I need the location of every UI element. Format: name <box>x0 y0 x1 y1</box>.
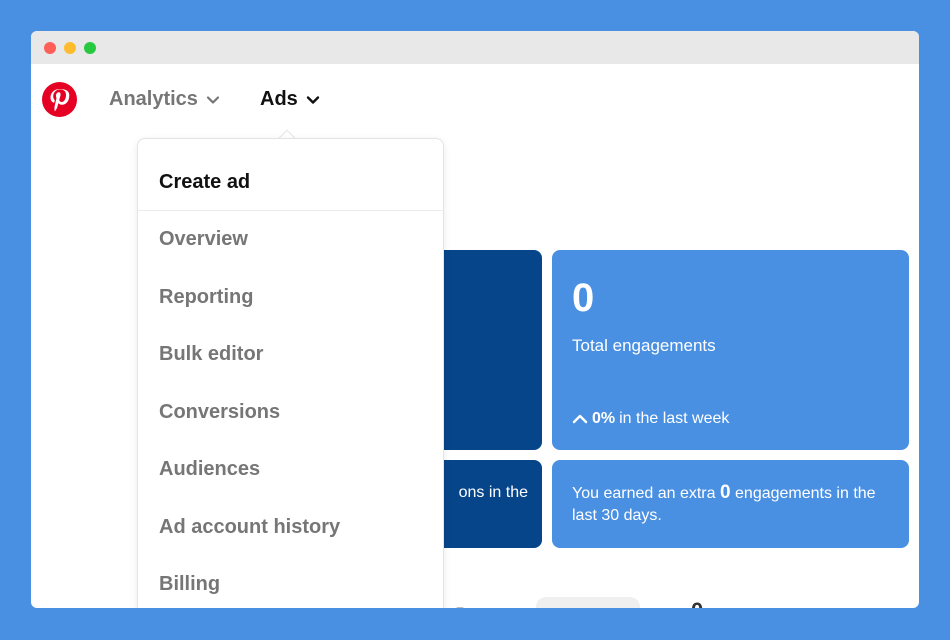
partial-metric-value: 0 <box>691 598 703 608</box>
top-navigation: Analytics Ads <box>31 64 919 134</box>
trend-value: 0% <box>592 410 616 427</box>
pinterest-logo[interactable] <box>42 82 77 117</box>
ads-menu[interactable]: Ads <box>260 88 320 111</box>
engagements-label: Total engagements <box>572 336 716 355</box>
title-bar <box>31 31 919 64</box>
minimize-window-button[interactable] <box>64 42 76 54</box>
close-window-button[interactable] <box>44 42 56 54</box>
menu-item-bulk-editor[interactable]: Bulk editor <box>138 326 443 384</box>
ads-dropdown-menu: Create ad Overview Reporting Bulk editor… <box>137 138 444 608</box>
create-ad-item[interactable]: Create ad <box>138 139 443 211</box>
extra-value: 0 <box>719 482 731 503</box>
menu-item-ad-account-history[interactable]: Ad account history <box>138 499 443 557</box>
extra-engagements-card: You earned an extra 0 engagements in the… <box>552 460 909 548</box>
ads-label: Ads <box>260 88 298 110</box>
menu-item-billing[interactable]: Billing <box>138 556 443 608</box>
dark-note-text: ons in the <box>458 484 528 501</box>
menu-item-reporting[interactable]: Reporting <box>138 269 443 327</box>
partial-pill-button[interactable] <box>536 597 640 608</box>
menu-item-overview[interactable]: Overview <box>138 211 443 269</box>
analytics-label: Analytics <box>109 88 198 110</box>
partial-element <box>456 607 464 608</box>
chevron-down-icon <box>206 95 220 104</box>
extra-engagements-text: You earned an extra 0 engagements in the… <box>572 482 889 527</box>
browser-window: Analytics Ads ons in the 0 Total engagem… <box>31 31 919 608</box>
analytics-menu[interactable]: Analytics <box>109 88 220 111</box>
chevron-down-icon <box>306 95 319 104</box>
maximize-window-button[interactable] <box>84 42 96 54</box>
menu-item-conversions[interactable]: Conversions <box>138 384 443 442</box>
engagements-value: 0 <box>572 276 595 320</box>
menu-item-audiences[interactable]: Audiences <box>138 441 443 499</box>
trend-text: in the last week <box>619 410 730 427</box>
engagements-trend: 0% in the last week <box>572 410 729 428</box>
extra-prefix: You earned an extra <box>572 485 716 502</box>
engagements-card: 0 Total engagements 0% in the last week <box>552 250 909 450</box>
chevron-up-icon <box>572 414 588 424</box>
